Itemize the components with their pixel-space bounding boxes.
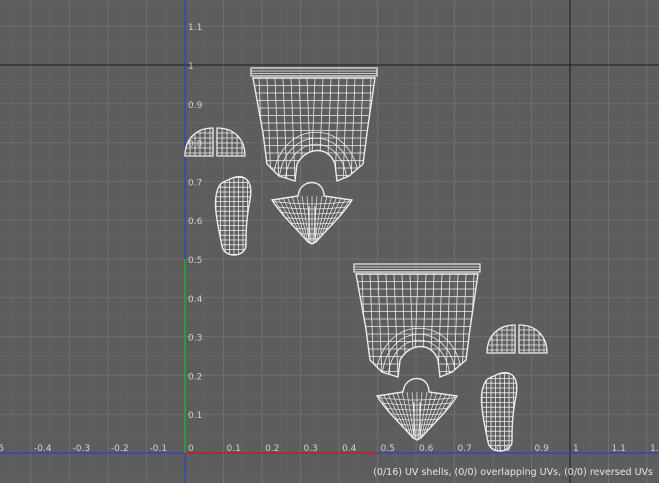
v-tick-label: 0.4: [188, 295, 203, 305]
u-tick-label: 1.2: [650, 444, 659, 454]
v-tick-label: 0.5: [188, 256, 202, 266]
u-tick-label: 0.7: [458, 444, 472, 454]
v-tick-label: 0.8: [188, 140, 203, 150]
v-tick-label: 0.7: [188, 178, 202, 188]
u-tick-label: 0.2: [265, 444, 279, 454]
v-axis-tick-labels: 0.1 0.2 0.3 0.4 0.5 0.6 0.7 0.8 0.9 1 1.1: [188, 23, 203, 421]
uv-shell-ears-lower[interactable]: [486, 324, 548, 354]
v-tick-label: 0.3: [188, 334, 202, 344]
uv-canvas[interactable]: .5 -0.4 -0.3 -0.2 -0.1 0 0.1 0.2 0.3 0.4 0.5 0.6 0.7…: [0, 0, 659, 483]
grid-major-lines: [0, 0, 659, 483]
v-tick-label: 0.1: [188, 411, 202, 421]
u-tick-label: .5: [0, 444, 4, 454]
uv-axes: [0, 0, 659, 483]
u-tick-label: -0.1: [150, 444, 168, 454]
v-tick-label: 1: [188, 62, 194, 72]
u-tick-label: 0.4: [342, 444, 357, 454]
uv-shell-tail-lower[interactable]: [375, 377, 459, 446]
uv-editor-viewport[interactable]: .5 -0.4 -0.3 -0.2 -0.1 0 0.1 0.2 0.3 0.4 0.5 0.6 0.7…: [0, 0, 659, 483]
v-tick-label: 0.9: [188, 101, 203, 111]
uv-shell-tail-upper[interactable]: [270, 181, 354, 250]
grid-minor-lines: [0, 0, 659, 483]
u-tick-label: 0.3: [304, 444, 318, 454]
uv-status-readout: (0/16) UV shells, (0/0) overlapping UVs,…: [373, 467, 653, 478]
v-tick-label: 0.2: [188, 372, 202, 382]
u-tick-label: 0.1: [227, 444, 241, 454]
u-tick-label: -0.2: [111, 444, 129, 454]
u-tick-label: 1: [573, 444, 579, 454]
u-tick-label: -0.4: [34, 444, 52, 454]
uv-shell-foot-upper[interactable]: [212, 171, 256, 261]
u-tick-label: 0.8: [496, 444, 511, 454]
u-tick-label: 0.9: [535, 444, 550, 454]
u-tick-label: 0.6: [419, 444, 434, 454]
uv-shell-pants-lower[interactable]: [353, 263, 481, 379]
v-tick-label: 0.6: [188, 217, 203, 227]
u-tick-label: 0: [188, 444, 194, 454]
u-tick-label: 1.1: [612, 444, 626, 454]
u-tick-label: -0.3: [73, 444, 91, 454]
u-tick-label: 0.5: [381, 444, 395, 454]
uv-unit-square-border: [0, 0, 659, 483]
v-tick-label: 1.1: [188, 23, 202, 33]
